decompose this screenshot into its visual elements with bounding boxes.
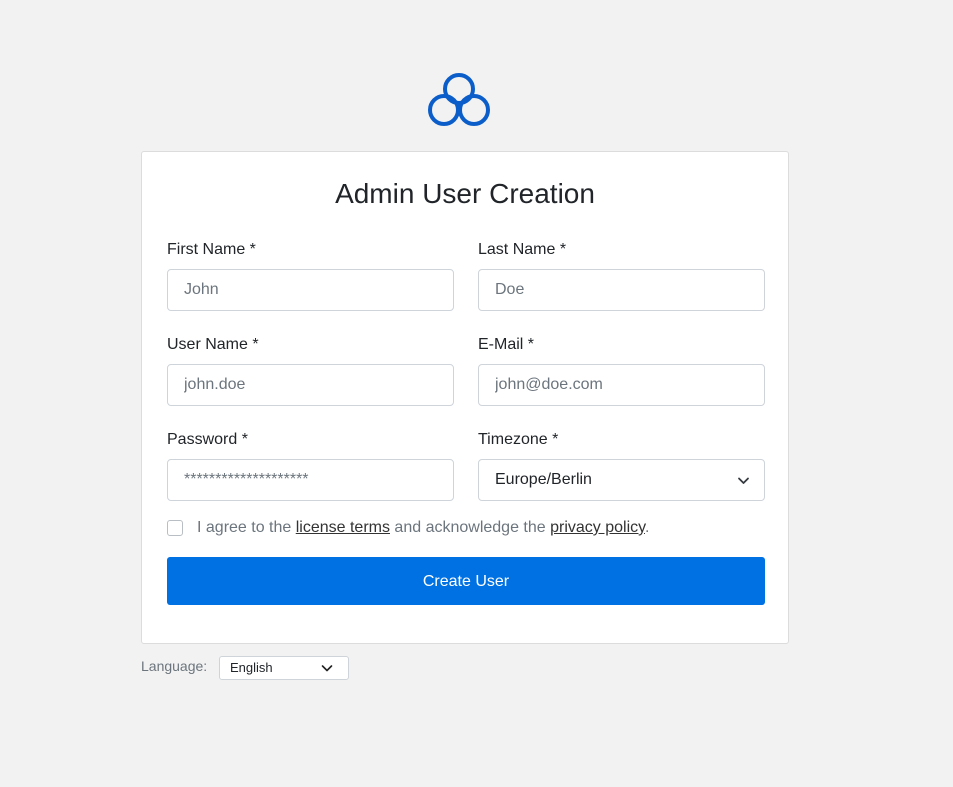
last-name-input[interactable] (478, 269, 765, 311)
timezone-select[interactable]: Europe/Berlin (478, 459, 765, 501)
password-label: Password * (167, 431, 248, 448)
create-user-button[interactable]: Create User (167, 557, 765, 605)
password-input[interactable] (167, 459, 454, 501)
agreement-text: I agree to the license terms and acknowl… (197, 518, 649, 538)
admin-user-form-card: Admin User Creation First Name * Last Na… (141, 151, 789, 644)
last-name-label: Last Name * (478, 241, 567, 258)
agreement-text-after: . (644, 519, 650, 536)
chevron-down-icon (321, 665, 333, 672)
license-terms-link[interactable]: license terms (296, 519, 390, 536)
user-name-label: User Name * (167, 336, 259, 353)
language-label: Language: (141, 658, 208, 674)
first-name-label: First Name * (167, 241, 256, 258)
timezone-selected-value: Europe/Berlin (495, 471, 592, 488)
agreement-text-middle: and acknowledge the (389, 519, 551, 536)
language-select[interactable]: English (219, 656, 349, 680)
privacy-policy-link[interactable]: privacy policy (550, 519, 645, 536)
user-name-input[interactable] (167, 364, 454, 406)
email-label: E-Mail * (478, 336, 535, 353)
cloud-logo-icon (428, 73, 490, 126)
timezone-label: Timezone * (478, 431, 559, 448)
chevron-down-icon (738, 477, 749, 484)
agree-checkbox[interactable] (167, 520, 183, 536)
page-title: Admin User Creation (335, 178, 595, 209)
agreement-text-before: I agree to the (197, 519, 296, 536)
first-name-input[interactable] (167, 269, 454, 311)
agreement-row: I agree to the license terms and acknowl… (167, 518, 767, 538)
language-selected-value: English (230, 660, 273, 675)
email-input[interactable] (478, 364, 765, 406)
